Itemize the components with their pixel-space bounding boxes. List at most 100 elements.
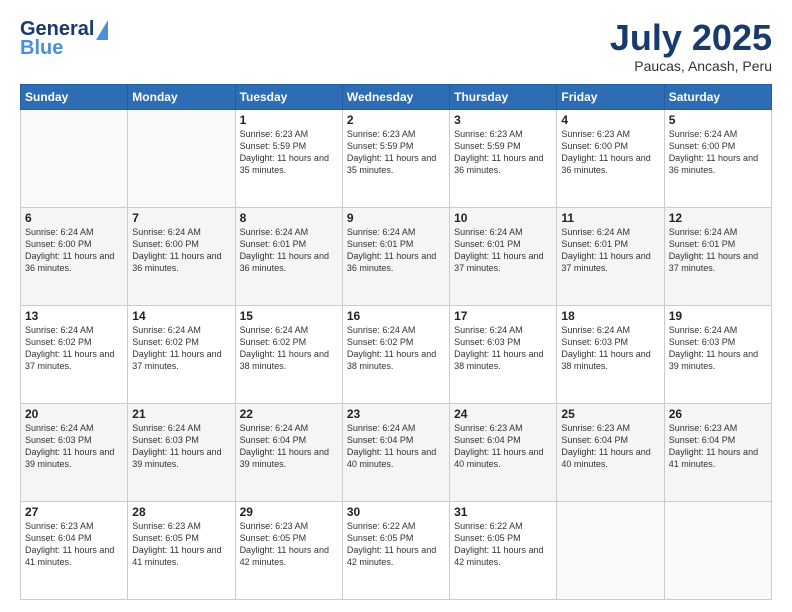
day-info: Sunrise: 6:23 AM Sunset: 6:04 PM Dayligh… (25, 520, 123, 569)
calendar-cell: 14Sunrise: 6:24 AM Sunset: 6:02 PM Dayli… (128, 305, 235, 403)
day-info: Sunrise: 6:24 AM Sunset: 6:00 PM Dayligh… (669, 128, 767, 177)
day-number: 11 (561, 211, 659, 225)
day-number: 2 (347, 113, 445, 127)
calendar-cell: 12Sunrise: 6:24 AM Sunset: 6:01 PM Dayli… (664, 207, 771, 305)
day-info: Sunrise: 6:24 AM Sunset: 6:01 PM Dayligh… (347, 226, 445, 275)
day-info: Sunrise: 6:23 AM Sunset: 6:04 PM Dayligh… (454, 422, 552, 471)
day-number: 30 (347, 505, 445, 519)
day-number: 23 (347, 407, 445, 421)
day-info: Sunrise: 6:24 AM Sunset: 6:03 PM Dayligh… (132, 422, 230, 471)
calendar-cell: 17Sunrise: 6:24 AM Sunset: 6:03 PM Dayli… (450, 305, 557, 403)
day-number: 29 (240, 505, 338, 519)
day-info: Sunrise: 6:24 AM Sunset: 6:02 PM Dayligh… (240, 324, 338, 373)
day-info: Sunrise: 6:24 AM Sunset: 6:02 PM Dayligh… (132, 324, 230, 373)
day-info: Sunrise: 6:24 AM Sunset: 6:01 PM Dayligh… (240, 226, 338, 275)
day-number: 7 (132, 211, 230, 225)
calendar-cell: 13Sunrise: 6:24 AM Sunset: 6:02 PM Dayli… (21, 305, 128, 403)
day-info: Sunrise: 6:23 AM Sunset: 6:04 PM Dayligh… (561, 422, 659, 471)
day-number: 10 (454, 211, 552, 225)
header: General Blue July 2025 Paucas, Ancash, P… (20, 18, 772, 74)
day-number: 4 (561, 113, 659, 127)
day-number: 24 (454, 407, 552, 421)
day-info: Sunrise: 6:23 AM Sunset: 5:59 PM Dayligh… (240, 128, 338, 177)
logo: General Blue (20, 18, 108, 60)
day-number: 19 (669, 309, 767, 323)
day-info: Sunrise: 6:24 AM Sunset: 6:03 PM Dayligh… (669, 324, 767, 373)
calendar-cell: 31Sunrise: 6:22 AM Sunset: 6:05 PM Dayli… (450, 501, 557, 599)
calendar-table: SundayMondayTuesdayWednesdayThursdayFrid… (20, 84, 772, 600)
day-number: 14 (132, 309, 230, 323)
day-number: 12 (669, 211, 767, 225)
calendar-cell: 9Sunrise: 6:24 AM Sunset: 6:01 PM Daylig… (342, 207, 449, 305)
day-number: 21 (132, 407, 230, 421)
month-title: July 2025 (610, 18, 772, 58)
day-number: 18 (561, 309, 659, 323)
calendar-cell: 25Sunrise: 6:23 AM Sunset: 6:04 PM Dayli… (557, 403, 664, 501)
logo-triangle-icon (96, 20, 108, 40)
day-number: 5 (669, 113, 767, 127)
calendar-cell: 22Sunrise: 6:24 AM Sunset: 6:04 PM Dayli… (235, 403, 342, 501)
day-number: 26 (669, 407, 767, 421)
day-number: 16 (347, 309, 445, 323)
day-info: Sunrise: 6:24 AM Sunset: 6:00 PM Dayligh… (25, 226, 123, 275)
day-number: 28 (132, 505, 230, 519)
calendar-cell: 16Sunrise: 6:24 AM Sunset: 6:02 PM Dayli… (342, 305, 449, 403)
calendar-cell: 23Sunrise: 6:24 AM Sunset: 6:04 PM Dayli… (342, 403, 449, 501)
calendar-cell: 10Sunrise: 6:24 AM Sunset: 6:01 PM Dayli… (450, 207, 557, 305)
day-info: Sunrise: 6:24 AM Sunset: 6:00 PM Dayligh… (132, 226, 230, 275)
calendar-cell: 26Sunrise: 6:23 AM Sunset: 6:04 PM Dayli… (664, 403, 771, 501)
day-info: Sunrise: 6:24 AM Sunset: 6:04 PM Dayligh… (347, 422, 445, 471)
calendar-cell: 18Sunrise: 6:24 AM Sunset: 6:03 PM Dayli… (557, 305, 664, 403)
calendar-cell: 19Sunrise: 6:24 AM Sunset: 6:03 PM Dayli… (664, 305, 771, 403)
calendar-cell: 28Sunrise: 6:23 AM Sunset: 6:05 PM Dayli… (128, 501, 235, 599)
page: General Blue July 2025 Paucas, Ancash, P… (0, 0, 792, 612)
day-number: 9 (347, 211, 445, 225)
calendar-cell (664, 501, 771, 599)
day-info: Sunrise: 6:24 AM Sunset: 6:01 PM Dayligh… (669, 226, 767, 275)
day-number: 27 (25, 505, 123, 519)
calendar-cell: 30Sunrise: 6:22 AM Sunset: 6:05 PM Dayli… (342, 501, 449, 599)
calendar-cell: 24Sunrise: 6:23 AM Sunset: 6:04 PM Dayli… (450, 403, 557, 501)
calendar-cell (128, 109, 235, 207)
day-info: Sunrise: 6:23 AM Sunset: 6:00 PM Dayligh… (561, 128, 659, 177)
day-info: Sunrise: 6:24 AM Sunset: 6:02 PM Dayligh… (347, 324, 445, 373)
calendar-day-header: Thursday (450, 84, 557, 109)
calendar-cell: 8Sunrise: 6:24 AM Sunset: 6:01 PM Daylig… (235, 207, 342, 305)
calendar-cell: 2Sunrise: 6:23 AM Sunset: 5:59 PM Daylig… (342, 109, 449, 207)
day-info: Sunrise: 6:23 AM Sunset: 6:05 PM Dayligh… (240, 520, 338, 569)
day-info: Sunrise: 6:24 AM Sunset: 6:03 PM Dayligh… (454, 324, 552, 373)
day-info: Sunrise: 6:24 AM Sunset: 6:03 PM Dayligh… (25, 422, 123, 471)
calendar-cell: 15Sunrise: 6:24 AM Sunset: 6:02 PM Dayli… (235, 305, 342, 403)
calendar-cell: 5Sunrise: 6:24 AM Sunset: 6:00 PM Daylig… (664, 109, 771, 207)
day-number: 17 (454, 309, 552, 323)
day-number: 13 (25, 309, 123, 323)
calendar-day-header: Friday (557, 84, 664, 109)
day-info: Sunrise: 6:24 AM Sunset: 6:01 PM Dayligh… (454, 226, 552, 275)
day-info: Sunrise: 6:23 AM Sunset: 6:04 PM Dayligh… (669, 422, 767, 471)
day-number: 20 (25, 407, 123, 421)
day-number: 3 (454, 113, 552, 127)
day-info: Sunrise: 6:22 AM Sunset: 6:05 PM Dayligh… (347, 520, 445, 569)
calendar-week-row: 27Sunrise: 6:23 AM Sunset: 6:04 PM Dayli… (21, 501, 772, 599)
calendar-cell: 27Sunrise: 6:23 AM Sunset: 6:04 PM Dayli… (21, 501, 128, 599)
day-number: 6 (25, 211, 123, 225)
day-number: 8 (240, 211, 338, 225)
calendar-week-row: 1Sunrise: 6:23 AM Sunset: 5:59 PM Daylig… (21, 109, 772, 207)
calendar-cell: 6Sunrise: 6:24 AM Sunset: 6:00 PM Daylig… (21, 207, 128, 305)
calendar-cell: 7Sunrise: 6:24 AM Sunset: 6:00 PM Daylig… (128, 207, 235, 305)
day-number: 25 (561, 407, 659, 421)
calendar-cell: 3Sunrise: 6:23 AM Sunset: 5:59 PM Daylig… (450, 109, 557, 207)
calendar-day-header: Monday (128, 84, 235, 109)
logo-blue: Blue (20, 37, 63, 60)
calendar-cell: 4Sunrise: 6:23 AM Sunset: 6:00 PM Daylig… (557, 109, 664, 207)
calendar-day-header: Saturday (664, 84, 771, 109)
calendar-header-row: SundayMondayTuesdayWednesdayThursdayFrid… (21, 84, 772, 109)
calendar-cell: 29Sunrise: 6:23 AM Sunset: 6:05 PM Dayli… (235, 501, 342, 599)
day-info: Sunrise: 6:22 AM Sunset: 6:05 PM Dayligh… (454, 520, 552, 569)
calendar-week-row: 6Sunrise: 6:24 AM Sunset: 6:00 PM Daylig… (21, 207, 772, 305)
calendar-week-row: 20Sunrise: 6:24 AM Sunset: 6:03 PM Dayli… (21, 403, 772, 501)
calendar-day-header: Wednesday (342, 84, 449, 109)
calendar-cell (21, 109, 128, 207)
day-number: 1 (240, 113, 338, 127)
day-info: Sunrise: 6:24 AM Sunset: 6:03 PM Dayligh… (561, 324, 659, 373)
